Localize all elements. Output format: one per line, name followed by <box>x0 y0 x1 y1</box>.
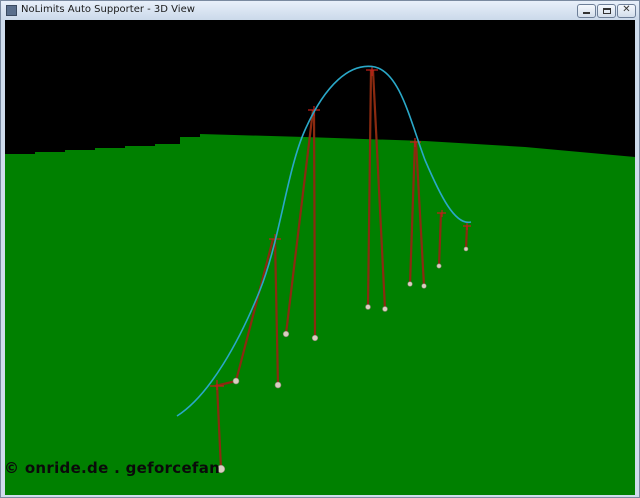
ground-plane <box>5 134 635 495</box>
support-footer <box>365 304 371 310</box>
support-column <box>312 109 317 339</box>
close-button[interactable]: ✕ <box>617 4 636 18</box>
close-icon: ✕ <box>622 4 631 15</box>
minimize-icon <box>583 12 590 14</box>
support-footer <box>232 377 240 385</box>
maximize-button[interactable] <box>597 4 616 18</box>
3d-viewport[interactable] <box>5 20 635 495</box>
support-footer <box>274 381 282 389</box>
title-bar[interactable]: NoLimits Auto Supporter - 3D View ✕ <box>1 1 639 20</box>
support-footer <box>436 263 442 269</box>
minimize-button[interactable] <box>577 4 596 18</box>
support-footer <box>421 283 427 289</box>
app-icon <box>6 5 17 16</box>
watermark: © onride.de . geforcefan <box>4 459 221 477</box>
support-footer <box>311 334 319 342</box>
scene-canvas <box>5 65 635 495</box>
support-footer <box>463 246 469 252</box>
support-footer <box>382 306 388 312</box>
maximize-icon <box>603 8 611 14</box>
app-window: NoLimits Auto Supporter - 3D View ✕ © on… <box>0 0 640 498</box>
support-footer <box>282 330 290 338</box>
window-title: NoLimits Auto Supporter - 3D View <box>21 4 195 15</box>
support-footer <box>407 281 413 287</box>
